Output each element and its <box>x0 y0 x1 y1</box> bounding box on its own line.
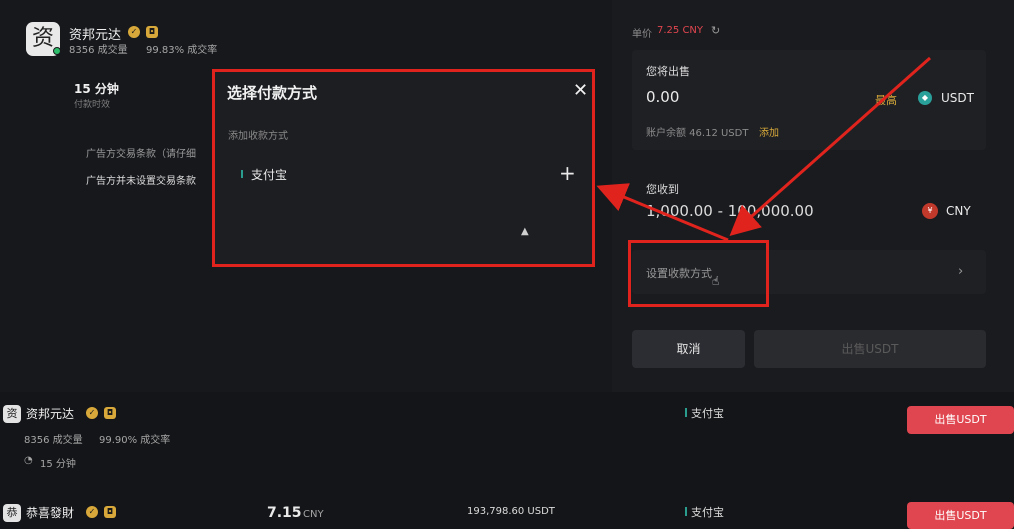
row-avatar: 资 <box>3 405 21 423</box>
arrow-to-payment-box <box>729 56 931 236</box>
shield-badge-icon: ◘ <box>104 407 116 419</box>
row-sell-button[interactable]: 出售USDT <box>907 502 1014 529</box>
row-pay-time: 15 分钟 <box>40 459 76 470</box>
row-completion-rate: 99.90% 成交率 <box>99 435 171 446</box>
payment-color-bar <box>685 408 687 417</box>
arrow-to-modal <box>596 183 729 242</box>
clock-icon: ◔ <box>24 455 33 466</box>
row-sell-button[interactable]: 出售USDT <box>907 406 1014 434</box>
row-merchant-name[interactable]: 资邦元达 <box>26 405 74 422</box>
list-item: 恭 恭喜發財 ✓ ◘ 7.15 CNY 193,798.60 USDT 支付宝 … <box>0 494 1014 529</box>
list-item: 资 资邦元达 ✓ ◘ 8356 成交量 99.90% 成交率 ◔ 15 分钟 支… <box>0 392 1014 492</box>
payment-color-bar <box>685 507 687 516</box>
row-payment-method: 支付宝 <box>691 407 724 420</box>
row-price-unit: CNY <box>303 509 324 520</box>
row-avatar: 恭 <box>3 504 21 522</box>
verified-check-icon: ✓ <box>86 506 98 518</box>
shield-badge-icon: ◘ <box>104 506 116 518</box>
row-payment-method: 支付宝 <box>691 506 724 519</box>
row-merchant-name[interactable]: 恭喜發財 <box>26 504 74 521</box>
row-available-amount: 193,798.60 USDT <box>467 506 555 517</box>
row-trade-count: 8356 成交量 <box>24 435 83 446</box>
verified-check-icon: ✓ <box>86 407 98 419</box>
row-price: 7.15 <box>267 505 302 521</box>
